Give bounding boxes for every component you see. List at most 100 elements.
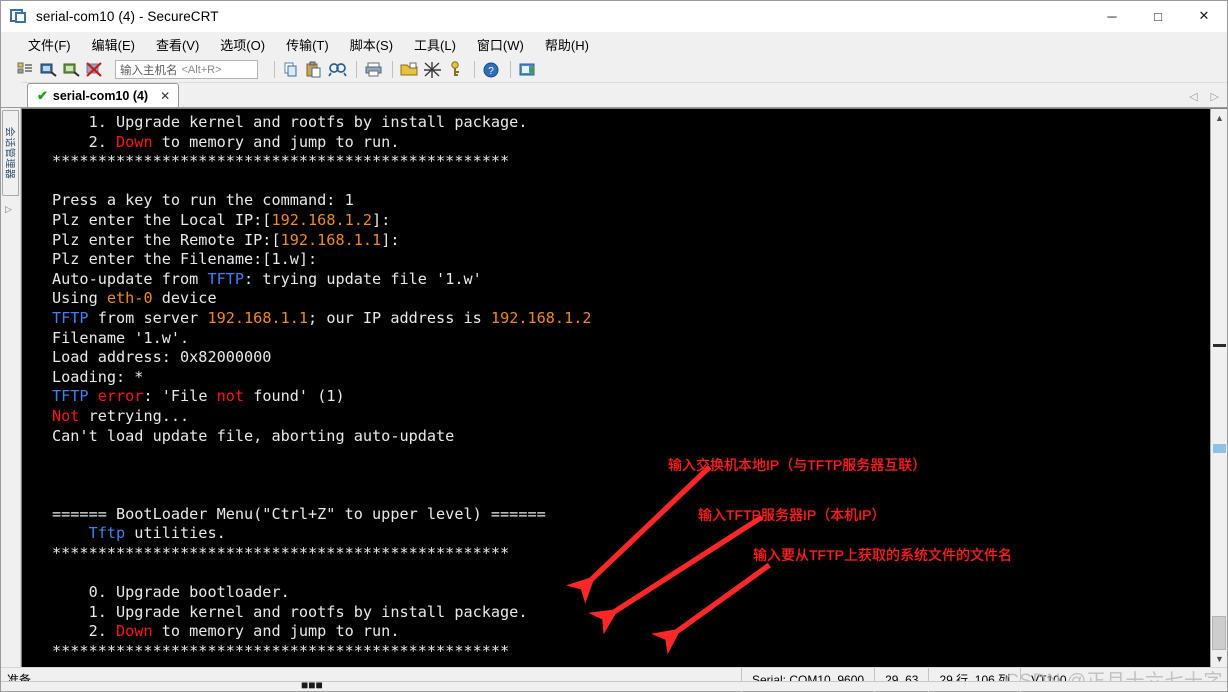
terminal-span: Filename '1.w'. [52,328,190,347]
session-manager-icon[interactable] [15,60,36,80]
terminal-span: eth-0 [106,289,153,308]
terminal-line: Filename '1.w'. [52,329,1210,349]
menu-item-tools[interactable]: 工具(L) [405,33,465,56]
toolbar-separator-5 [510,61,511,78]
connect-icon[interactable] [38,60,59,80]
toolbar-separator-4 [474,61,475,78]
title-bar: serial-com10 (4) - SecureCRT ─ □ ✕ [1,1,1227,32]
session-manager-tab[interactable]: 会话管理器 [2,110,19,196]
terminal-span: ****************************************… [52,642,510,661]
terminal-line: ****************************************… [52,152,1210,172]
menu-item-help[interactable]: 帮助(H) [536,33,598,56]
terminal-span: : trying update file '1.w' [244,269,482,288]
terminal-line: ****************************************… [52,544,1210,564]
terminal-line: Not retrying... [52,407,1210,427]
terminal-span: Not [52,406,80,425]
terminal-span [89,387,98,405]
terminal-span: Down [116,132,153,151]
find-icon[interactable] [327,60,348,80]
terminal-span: : 'File [143,387,217,406]
taskbar-glyph: ■■■ [301,681,323,691]
scrollbar-track[interactable] [1211,126,1227,650]
maximize-button[interactable]: □ [1135,1,1181,32]
terminal-line: ====== BootLoader Menu("Ctrl+Z" to upper… [52,505,1210,525]
tab-serial-com10[interactable]: ✔ serial-com10 (4) ✕ [27,83,180,107]
terminal-span: 1. Upgrade kernel and rootfs by install … [52,113,528,131]
window-title: serial-com10 (4) - SecureCRT [36,8,219,24]
taskbar-sliver: ■■■ [1,681,1227,691]
tab-next-icon[interactable]: ▷ [1211,90,1219,103]
terminal-span: to memory and jump to run. [152,132,400,151]
menu-item-script[interactable]: 脚本(S) [341,33,402,56]
session-manager-sidebar: 会话管理器 ▷ [1,108,21,667]
terminal-line: Tftp utilities. [52,524,1210,544]
main-area: 会话管理器 ▷ 1. Upgrade kernel and rootfs by … [1,108,1227,667]
minimize-button[interactable]: ─ [1089,1,1135,32]
disconnect-icon[interactable] [84,60,105,80]
menu-item-file[interactable]: 文件(F) [19,33,80,56]
terminal-span: from server [88,308,208,327]
terminal-line: Plz enter the Remote IP:[192.168.1.1]: [52,231,1210,251]
scrollbar-thumb[interactable] [1212,616,1226,650]
scroll-up-icon[interactable]: ▲ [1211,109,1228,126]
terminal-line: TFTP error: 'File not found' (1) [52,387,1210,407]
session-options-icon[interactable] [399,60,420,80]
menu-item-transfer[interactable]: 传输(T) [277,33,338,56]
scroll-down-icon[interactable]: ▼ [1211,650,1228,667]
menu-item-edit[interactable]: 编辑(E) [83,33,144,56]
terminal-scrollbar[interactable]: ▲ ▼ [1210,109,1227,667]
print-icon[interactable] [363,60,384,80]
terminal-span: ****************************************… [52,544,510,563]
key-icon[interactable] [445,60,466,80]
terminal-span: ****************************************… [52,152,510,171]
terminal-span: not [216,387,245,406]
session-manager-expand-icon[interactable]: ▷ [5,204,12,215]
terminal-span: Tftp [88,524,126,543]
hostname-input[interactable]: 输入主机名 <Alt+R> [115,60,258,79]
tab-close-icon[interactable]: ✕ [160,89,170,103]
terminal-line: Plz enter the Filename:[1.w]: [52,250,1210,270]
transfer-protocol-icon[interactable] [422,60,443,80]
scrollbar-marker [1213,344,1226,347]
close-button[interactable]: ✕ [1181,1,1227,32]
app-icon [10,7,28,25]
paste-icon[interactable] [304,60,325,80]
tab-connected-icon: ✔ [37,87,48,103]
copy-icon[interactable] [281,60,302,80]
terminal-output[interactable]: 1. Upgrade kernel and rootfs by install … [22,109,1210,667]
toolbar-separator-3 [392,61,393,78]
securecrt-window: serial-com10 (4) - SecureCRT ─ □ ✕ 文件(F)… [0,0,1228,692]
terminal-span: utilities. [125,524,226,543]
tab-strip-gutter [1,82,21,107]
terminal-line: 1. Upgrade kernel and rootfs by install … [52,603,1210,623]
tab-prev-icon[interactable]: ◁ [1189,90,1197,103]
terminal-line: Auto-update from TFTP: trying update fil… [52,270,1210,290]
connect-sftp-icon[interactable] [61,60,82,80]
terminal-span: Auto-update from [52,269,208,288]
svg-text:?: ? [488,66,494,77]
terminal-span [52,524,89,542]
terminal-line: Press a key to run the command: 1 [52,191,1210,211]
menu-item-options[interactable]: 选项(O) [211,33,274,56]
terminal-span: 192.168.1.2 [271,210,373,229]
toolbar-separator-1 [274,61,275,78]
terminal-line: Plz enter the Local IP:[192.168.1.2]: [52,211,1210,231]
capture-icon[interactable] [517,60,538,80]
menu-bar: 文件(F) 编辑(E) 查看(V) 选项(O) 传输(T) 脚本(S) 工具(L… [1,32,1227,57]
terminal-span: device [152,289,217,308]
terminal-span: ]: [372,210,391,229]
terminal-line: Can't load update file, aborting auto-up… [52,427,1210,447]
terminal-span: TFTP [207,269,245,288]
terminal-span: Load address: 0x82000000 [52,348,272,367]
terminal-span: 192.168.1.2 [490,308,592,327]
session-manager-label: 会话管理器 [3,126,14,180]
scrollbar-marker-selection [1213,444,1226,453]
menu-item-view[interactable]: 查看(V) [147,33,208,56]
help-icon[interactable]: ? [481,60,502,80]
menu-item-window[interactable]: 窗口(W) [468,33,533,56]
toolbar-separator-2 [356,61,357,78]
